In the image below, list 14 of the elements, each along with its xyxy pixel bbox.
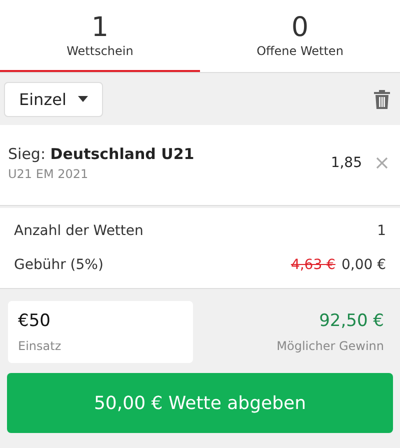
caret-icon xyxy=(78,96,88,102)
bet-type-dropdown[interactable]: Einzel xyxy=(4,82,104,116)
event-name: U21 EM 2021 xyxy=(8,167,90,181)
possible-winnings: 92,50 € xyxy=(319,311,384,331)
old-fee: 4,63 € xyxy=(290,257,336,273)
fee-amount: 0,00 € xyxy=(341,257,386,273)
trash-icon[interactable] xyxy=(374,89,390,109)
bet-count: 1 xyxy=(377,223,386,239)
selection-title: Sieg: Deutschland U21 xyxy=(8,145,196,163)
fee-label: Gebühr (5%) xyxy=(14,257,104,273)
stake-label: Einsatz xyxy=(18,339,62,353)
winnings-label: Möglicher Gewinn xyxy=(276,339,384,353)
bet-count-label: Anzahl der Wetten xyxy=(14,223,144,239)
odds: 1,85 xyxy=(330,155,362,171)
